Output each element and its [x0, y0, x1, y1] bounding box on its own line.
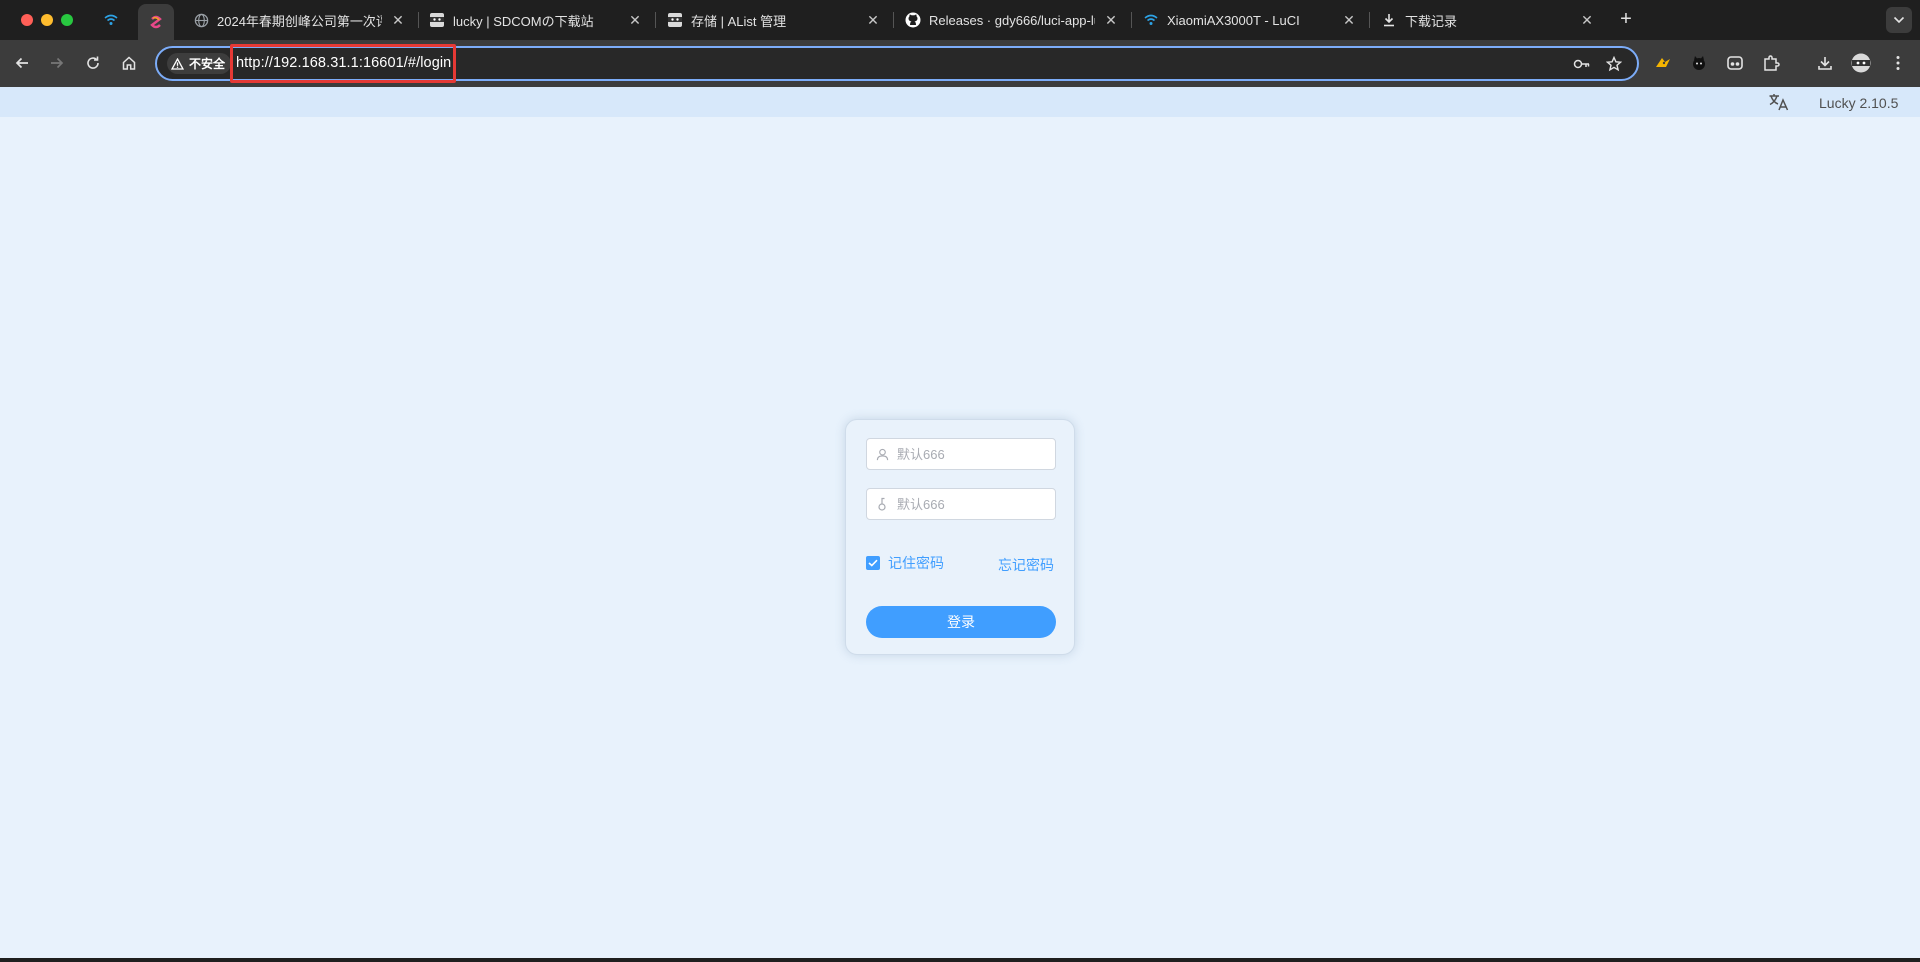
remember-password[interactable]: 记住密码	[866, 553, 944, 573]
extension-button-3[interactable]	[1722, 50, 1748, 76]
tab-title: 下载记录	[1405, 13, 1458, 29]
puzzle-icon	[1764, 55, 1780, 71]
url-highlight-box	[230, 44, 456, 83]
tab-separator	[418, 12, 419, 28]
home-button[interactable]	[116, 50, 142, 76]
tab-1[interactable]: 2024年春期创峰公司第一次评估 ✕	[193, 6, 406, 34]
tab-title: Releases · gdy666/luci-app-lucky	[929, 12, 1095, 28]
pinned-tab-wifi[interactable]	[93, 6, 129, 34]
window-minimize-button[interactable]	[41, 14, 53, 26]
reload-icon	[87, 56, 99, 69]
reload-button[interactable]	[80, 50, 106, 76]
github-icon	[905, 12, 921, 28]
home-icon	[122, 56, 136, 70]
tab-strip: 2024年春期创峰公司第一次评估 ✕ lucky | SDCOMの下载站 ✕ 存…	[0, 0, 1920, 40]
tab-4[interactable]: Releases · gdy666/luci-app-lucky ✕	[905, 6, 1119, 34]
tab-close-icon[interactable]: ✕	[627, 12, 643, 28]
browser-menu-button[interactable]	[1885, 50, 1911, 76]
tab-separator	[893, 12, 894, 28]
version-label: Lucky 2.10.5	[1819, 95, 1899, 111]
check-icon	[868, 559, 878, 567]
key-icon	[867, 489, 897, 519]
tab-close-icon[interactable]: ✕	[390, 12, 406, 28]
tab-close-icon[interactable]: ✕	[1103, 12, 1119, 28]
swirl-logo-icon	[149, 15, 163, 29]
page-content: Lucky 2.10.5 记住密码 忘记密码 登录	[0, 87, 1920, 960]
avatar	[1851, 53, 1871, 73]
tab-5[interactable]: XiaomiAX3000T - LuCI ✕	[1143, 6, 1357, 34]
tab-2[interactable]: lucky | SDCOMの下载站 ✕	[429, 6, 643, 34]
warning-icon	[171, 57, 184, 70]
remember-checkbox[interactable]	[866, 556, 880, 570]
chevron-down-icon	[1893, 16, 1905, 24]
kebab-menu-icon	[1896, 56, 1900, 70]
extensions-menu-button[interactable]	[1758, 50, 1784, 76]
remember-label[interactable]: 记住密码	[888, 553, 944, 573]
tab-close-icon[interactable]: ✕	[865, 12, 881, 28]
security-chip[interactable]: 不安全	[167, 53, 232, 74]
extension-button-2[interactable]	[1686, 50, 1712, 76]
security-label: 不安全	[189, 57, 226, 71]
tab-title: XiaomiAX3000T - LuCI	[1167, 12, 1300, 28]
new-tab-button[interactable]: +	[1614, 8, 1638, 32]
tab-close-icon[interactable]: ✕	[1579, 12, 1595, 28]
tab-6[interactable]: 下载记录 ✕	[1381, 6, 1595, 34]
tab-title: lucky | SDCOMの下载站	[453, 13, 594, 29]
extension-cat-icon	[1693, 56, 1705, 70]
extension-mask-icon	[1727, 56, 1743, 70]
extension-button-1[interactable]	[1650, 50, 1676, 76]
ninja-icon	[667, 12, 683, 28]
forward-button[interactable]	[44, 50, 70, 76]
password-field[interactable]	[866, 488, 1056, 520]
tab-separator	[655, 12, 656, 28]
window-maximize-button[interactable]	[61, 14, 73, 26]
username-input[interactable]	[897, 446, 1047, 462]
page-header: Lucky 2.10.5	[0, 87, 1920, 117]
tab-close-icon[interactable]: ✕	[1341, 12, 1357, 28]
username-field[interactable]	[866, 438, 1056, 470]
translate-icon[interactable]	[1768, 92, 1790, 112]
window-close-button[interactable]	[21, 14, 33, 26]
tab-3[interactable]: 存储 | AList 管理 ✕	[667, 6, 881, 34]
login-card: 记住密码 忘记密码 登录	[845, 419, 1075, 655]
download-icon	[1381, 12, 1397, 28]
pinned-tab-active[interactable]	[138, 4, 174, 40]
tab-title: 存储 | AList 管理	[691, 13, 787, 29]
globe-icon	[193, 12, 209, 28]
downloads-button[interactable]	[1812, 50, 1838, 76]
arrow-right-icon	[51, 57, 64, 69]
window-bottom-edge	[0, 958, 1920, 962]
forgot-password-link[interactable]: 忘记密码	[998, 555, 1054, 575]
extension-bird-icon	[1656, 58, 1670, 67]
tab-separator	[1369, 12, 1370, 28]
user-icon	[867, 439, 897, 469]
arrow-left-icon	[15, 57, 28, 69]
tab-separator	[1131, 12, 1132, 28]
tab-title: 2024年春期创峰公司第一次评估	[217, 13, 382, 29]
tab-search-button[interactable]	[1886, 7, 1912, 33]
star-icon[interactable]	[1604, 54, 1624, 74]
login-button[interactable]: 登录	[866, 606, 1056, 638]
password-input[interactable]	[897, 496, 1047, 512]
download-icon	[1818, 57, 1832, 70]
profile-button[interactable]	[1848, 50, 1874, 76]
wifi-icon	[104, 14, 118, 25]
back-button[interactable]	[9, 50, 35, 76]
ninja-icon	[429, 12, 445, 28]
password-key-icon[interactable]	[1572, 54, 1592, 74]
wifi-icon	[1143, 12, 1159, 28]
